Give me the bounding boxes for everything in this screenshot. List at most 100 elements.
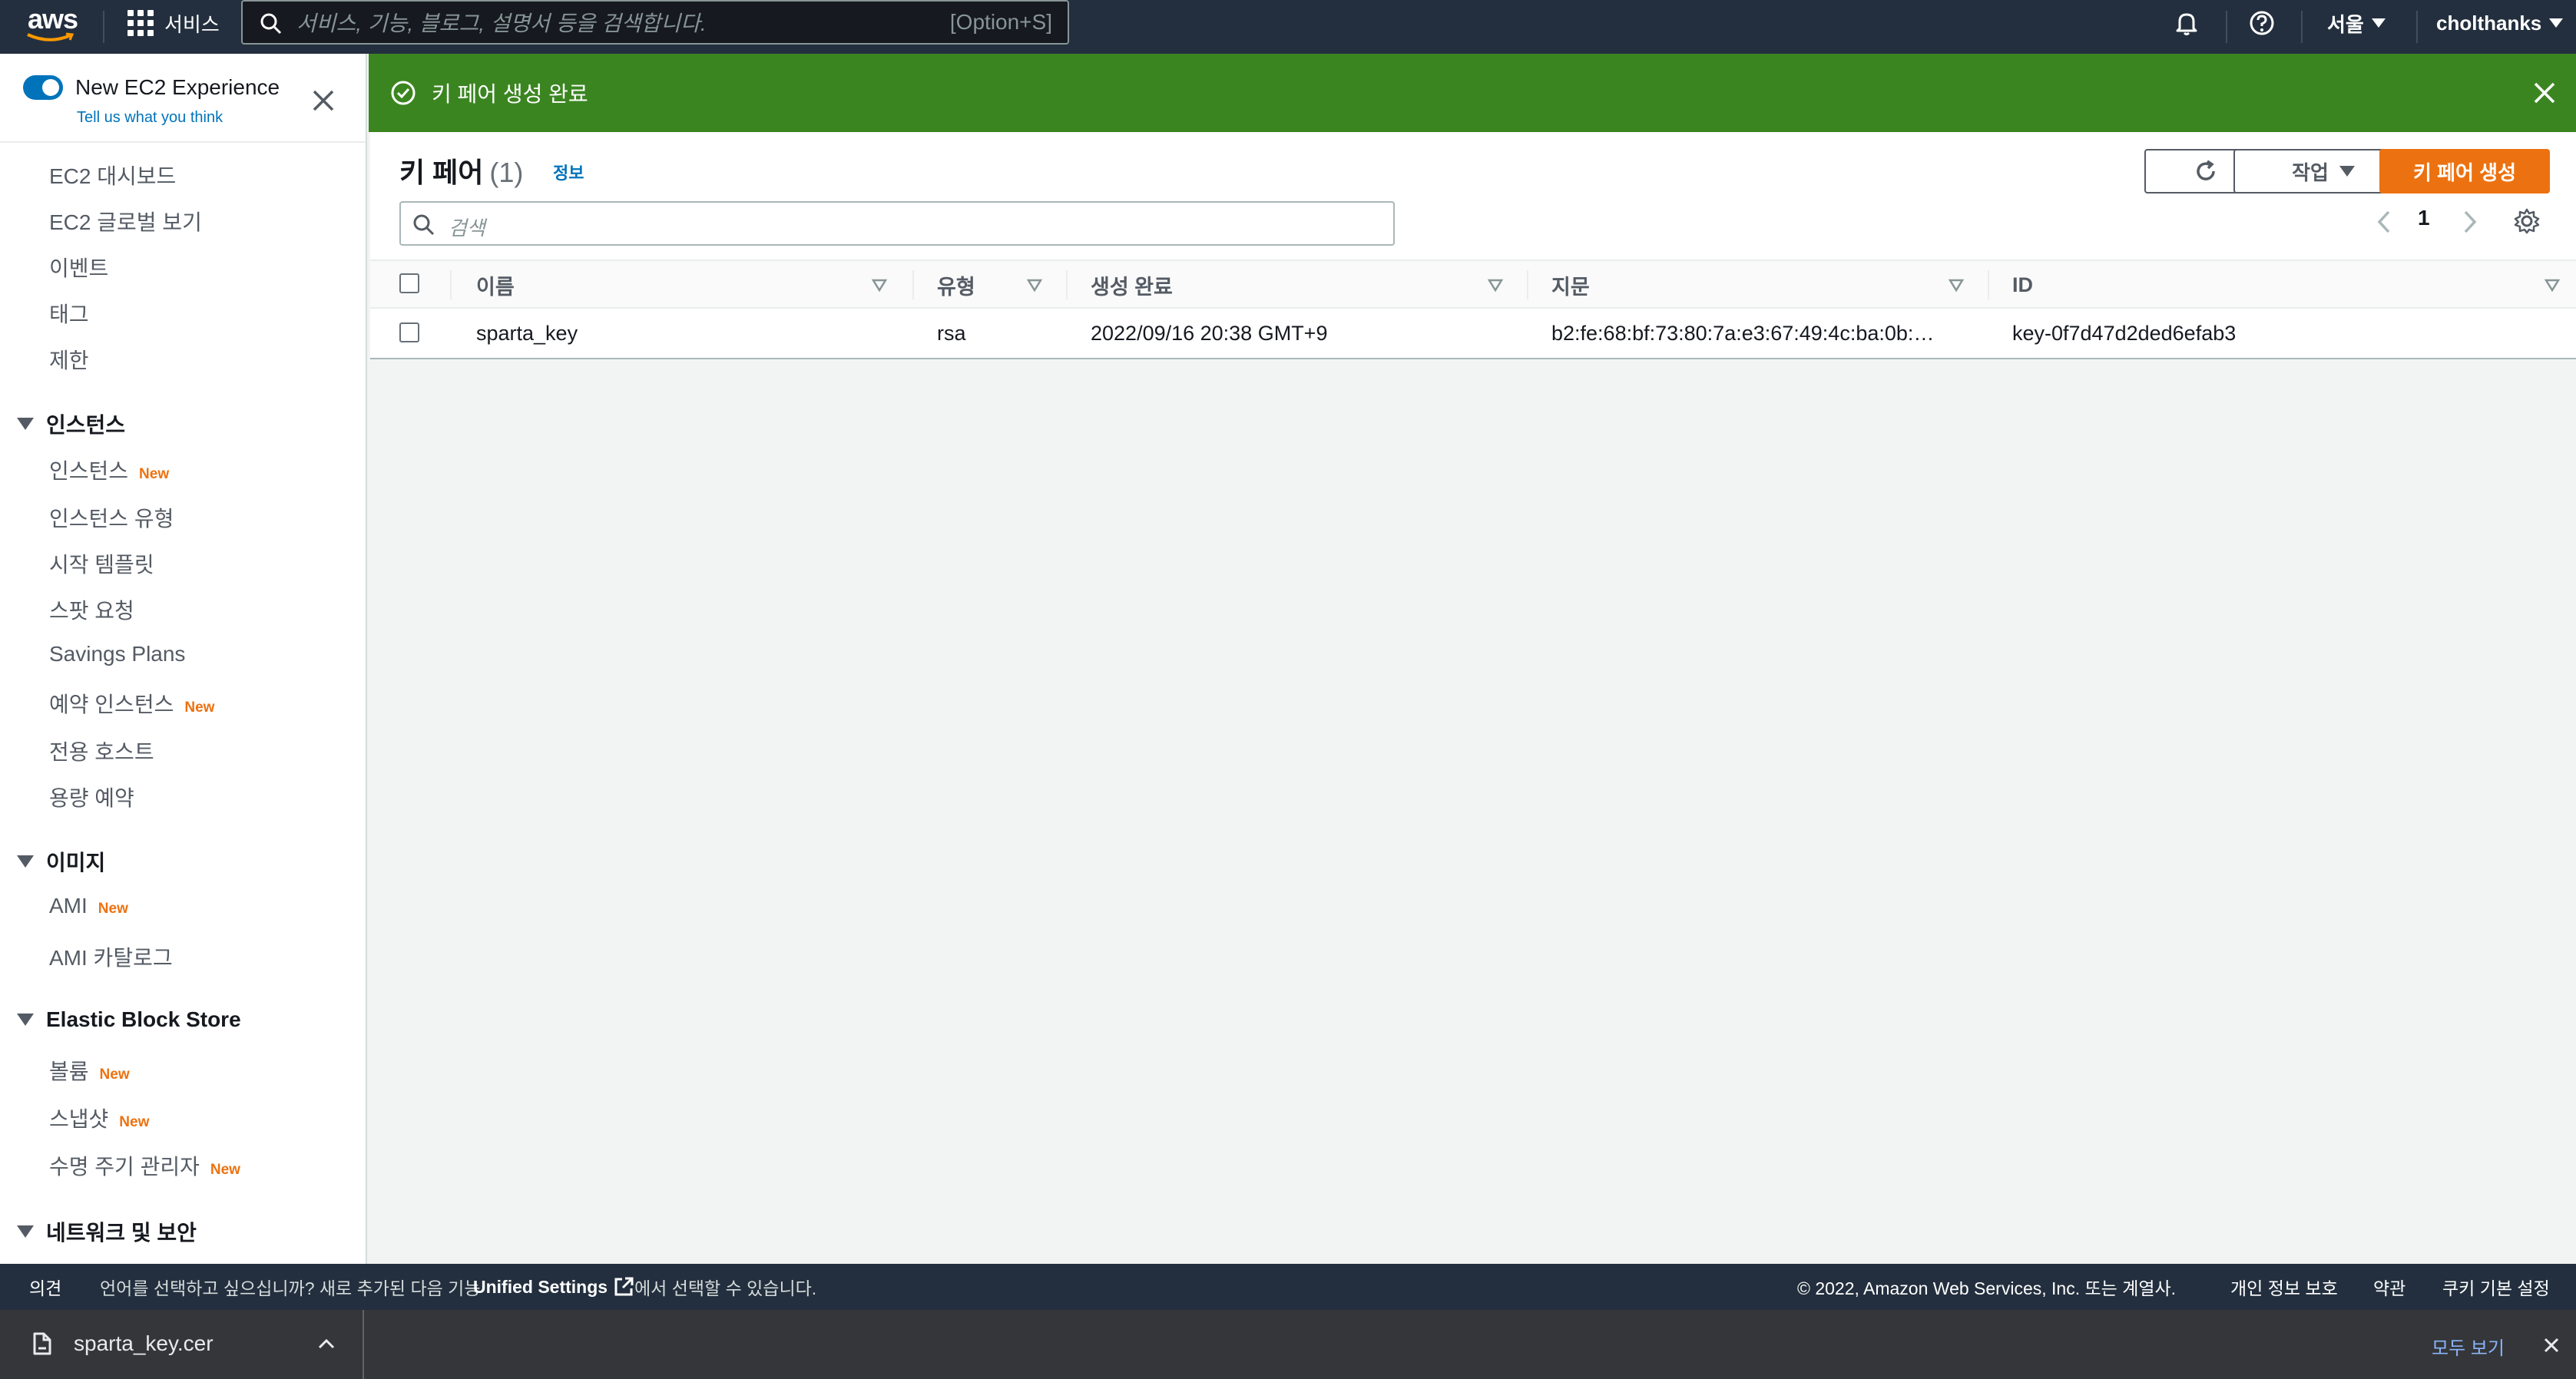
language-prompt-suffix: 에서 선택할 수 있습니다. (634, 1278, 817, 1298)
unified-settings-link[interactable]: Unified Settings (473, 1264, 635, 1310)
sidebar-item-instances[interactable]: 인스턴스 New (49, 455, 169, 485)
new-badge: New (139, 466, 170, 482)
info-link[interactable]: 정보 (553, 160, 584, 184)
show-all-downloads-button[interactable]: 모두 보기 (2432, 1333, 2505, 1360)
new-badge: New (98, 901, 128, 917)
cell-name: sparta_key (476, 321, 578, 345)
chevron-up-icon[interactable] (316, 1336, 336, 1351)
language-prompt: 언어를 선택하고 싶으십니까? 새로 추가된 다음 기능 (100, 1278, 481, 1298)
table-row[interactable]: sparta_key rsa 2022/09/16 20:38 GMT+9 b2… (370, 309, 2576, 358)
sidebar-item-label: 스냅샷 (49, 1107, 109, 1131)
refresh-icon (2197, 160, 2215, 180)
search-placeholder: 검색 (449, 217, 485, 240)
aws-smile-icon (27, 32, 74, 41)
column-header-fingerprint[interactable]: 지문 (1551, 261, 1590, 309)
sidebar-item-lifecycle-manager[interactable]: 수명 주기 관리자 New (49, 1150, 240, 1181)
terms-link[interactable]: 약관 (2373, 1264, 2405, 1310)
column-header-type[interactable]: 유형 (937, 261, 975, 309)
caret-down-icon (2549, 18, 2564, 28)
chevron-left-icon[interactable] (2375, 209, 2393, 235)
search-placeholder: 서비스, 기능, 블로그, 설명서 등을 검색합니다. (296, 12, 707, 35)
sidebar-item-ami-catalog[interactable]: AMI 카탈로그 (49, 941, 173, 972)
cell-id: key-0f7d47d2ded6efab3 (2012, 321, 2237, 345)
sidebar-item-ec2-global-view[interactable]: EC2 글로벌 보기 (49, 206, 202, 236)
aws-logo[interactable]: aws (23, 3, 81, 48)
sidebar-item-savings-plans[interactable]: Savings Plans (49, 642, 185, 666)
check-circle-icon (391, 81, 416, 105)
row-checkbox[interactable] (399, 322, 419, 342)
sidebar-section-title: 이미지 (46, 851, 106, 875)
sidebar-section-title: Elastic Block Store (46, 1007, 241, 1031)
sidebar-item-launch-templates[interactable]: 시작 템플릿 (49, 548, 154, 579)
select-all-checkbox[interactable] (399, 273, 419, 293)
nav-divider (2226, 11, 2227, 43)
gear-icon[interactable] (2513, 207, 2541, 235)
sidebar-section-network-security[interactable]: 네트워크 및 보안 (17, 1216, 197, 1247)
account-menu[interactable]: cholthanks (2436, 0, 2564, 46)
chevron-right-icon[interactable] (2461, 209, 2479, 235)
column-divider (450, 270, 452, 299)
sidebar-item-spot-requests[interactable]: 스팟 요청 (49, 594, 134, 625)
help-button[interactable] (2249, 0, 2275, 46)
sidebar-item-ec2-dashboard[interactable]: EC2 대시보드 (49, 160, 176, 190)
privacy-link[interactable]: 개인 정보 보호 (2230, 1264, 2338, 1310)
sidebar-item-tags[interactable]: 태그 (49, 298, 89, 329)
sidebar-section-instances[interactable]: 인스턴스 (17, 408, 125, 439)
caret-down-icon (17, 855, 34, 868)
sort-icon[interactable] (1026, 278, 1043, 293)
sidebar-item-capacity-reservations[interactable]: 용량 예약 (49, 782, 134, 812)
sidebar-item-ami[interactable]: AMI New (49, 894, 128, 918)
nav-divider (103, 11, 104, 43)
create-key-pair-button[interactable]: 키 페어 생성 (2379, 149, 2550, 193)
sort-icon[interactable] (1948, 278, 1965, 293)
sidebar-section-images[interactable]: 이미지 (17, 846, 105, 877)
feedback-button[interactable]: 의견 (29, 1264, 61, 1310)
caret-down-icon (17, 418, 34, 430)
region-label: 서울 (2327, 12, 2364, 36)
key-pairs-panel: 키 페어 (1) 정보 작업 키 페어 생성 검색 1 이름 유형 생성 완료 … (370, 132, 2576, 359)
column-divider (912, 270, 914, 299)
cell-type: rsa (937, 321, 966, 345)
file-icon (33, 1332, 51, 1355)
sidebar-item-dedicated-hosts[interactable]: 전용 호스트 (49, 736, 154, 766)
services-menu-button[interactable]: 서비스 (127, 0, 220, 46)
account-username: cholthanks (2436, 11, 2542, 35)
column-header-name[interactable]: 이름 (476, 261, 515, 309)
aws-logo-text: aws (28, 3, 78, 35)
sort-icon[interactable] (1487, 278, 1504, 293)
close-icon[interactable] (310, 88, 336, 114)
sort-icon[interactable] (2544, 278, 2561, 293)
column-divider (1066, 270, 1068, 299)
create-key-pair-label: 키 페어 생성 (2412, 160, 2517, 184)
flash-message: 키 페어 생성 완료 (432, 82, 588, 106)
search-icon (413, 214, 435, 236)
new-experience-toggle[interactable] (23, 75, 63, 100)
global-search-input[interactable]: 서비스, 기능, 블로그, 설명서 등을 검색합니다. [Option+S] (241, 0, 1069, 45)
sidebar-section-ebs[interactable]: Elastic Block Store (17, 1007, 241, 1032)
notifications-button[interactable] (2174, 0, 2200, 46)
sidebar-item-volumes[interactable]: 볼륨 New (49, 1055, 130, 1086)
sidebar-item-limits[interactable]: 제한 (49, 344, 89, 375)
region-selector[interactable]: 서울 (2327, 0, 2386, 46)
cookie-preferences-link[interactable]: 쿠키 기본 설정 (2442, 1264, 2550, 1310)
page-number[interactable]: 1 (2418, 206, 2430, 230)
sidebar-item-events[interactable]: 이벤트 (49, 252, 108, 283)
page-title: 키 페어 (1) (399, 150, 523, 190)
close-icon[interactable] (2542, 1336, 2561, 1354)
close-icon[interactable] (2531, 80, 2558, 106)
cell-created: 2022/09/16 20:38 GMT+9 (1091, 321, 1328, 345)
download-item[interactable]: sparta_key.cer (0, 1310, 364, 1379)
column-header-id[interactable]: ID (2012, 261, 2033, 309)
caret-down-icon (17, 1225, 34, 1238)
page-title-text: 키 페어 (399, 157, 484, 188)
feedback-link[interactable]: Tell us what you think (77, 109, 223, 127)
sidebar-item-reserved-instances[interactable]: 예약 인스턴스 New (49, 688, 214, 719)
sort-icon[interactable] (871, 278, 888, 293)
sidebar-item-label: 예약 인스턴스 (49, 693, 174, 716)
column-header-created[interactable]: 생성 완료 (1091, 261, 1173, 309)
sidebar-item-label: 수명 주기 관리자 (49, 1155, 200, 1179)
sidebar-item-snapshots[interactable]: 스냅샷 New (49, 1103, 149, 1133)
new-badge: New (184, 699, 215, 716)
key-pair-search-input[interactable]: 검색 (399, 201, 1395, 246)
sidebar-item-instance-types[interactable]: 인스턴스 유형 (49, 502, 174, 533)
